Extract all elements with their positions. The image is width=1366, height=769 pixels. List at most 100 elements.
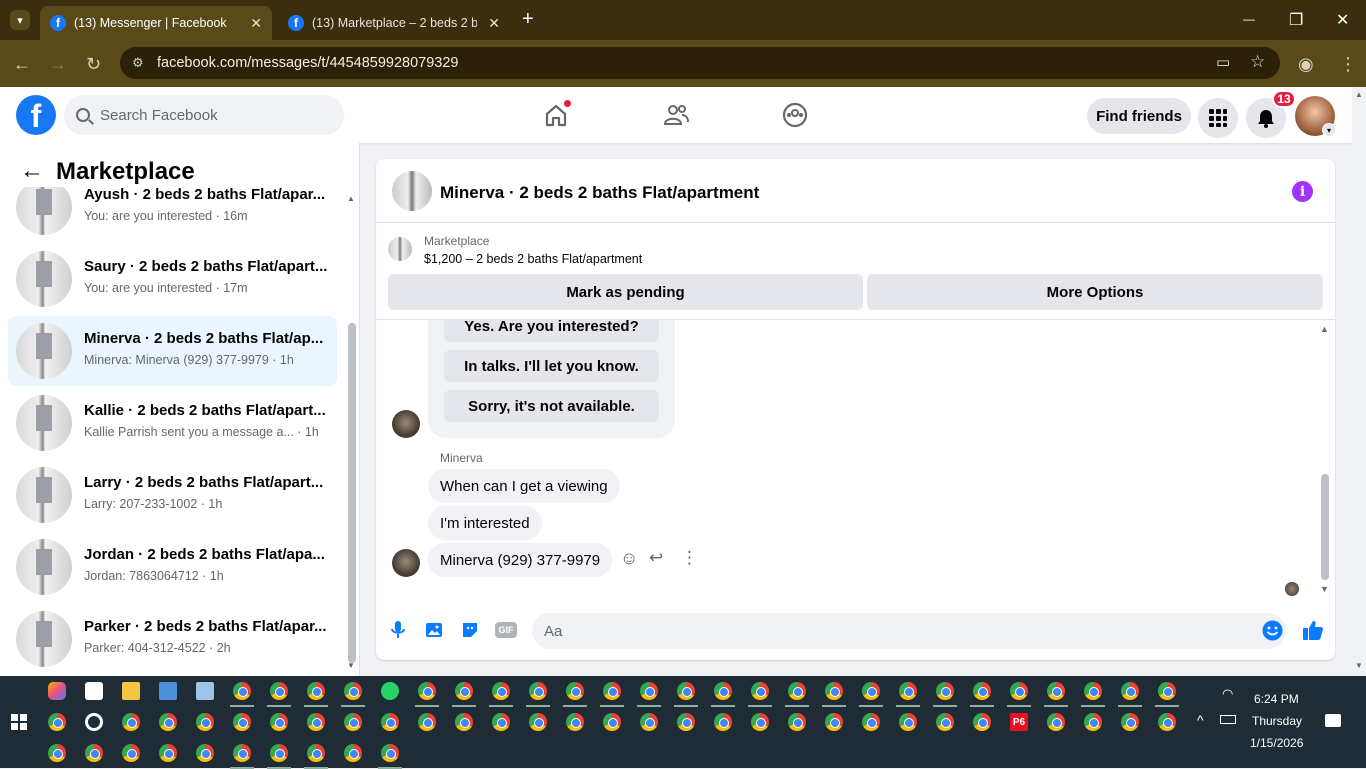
chrome-icon[interactable] — [862, 682, 880, 700]
listing-price-title[interactable]: $1,200 – 2 beds 2 baths Flat/apartment — [424, 252, 642, 266]
conversation-item-selected[interactable]: Minerva · 2 beds 2 baths Flat/ap... Mine… — [8, 316, 337, 386]
find-friends-button[interactable]: Find friends — [1087, 98, 1191, 134]
chrome-icon[interactable] — [1047, 713, 1065, 731]
clock-date[interactable]: 1/15/2026 — [1250, 736, 1303, 750]
chrome-icon[interactable] — [899, 682, 917, 700]
bookmark-star-icon[interactable]: ☆ — [1250, 52, 1265, 72]
chrome-icon[interactable] — [677, 713, 695, 731]
scroll-up-arrow-icon[interactable]: ▲ — [1320, 324, 1329, 334]
conversation-item[interactable]: Saury · 2 beds 2 baths Flat/apart... You… — [8, 244, 337, 314]
chrome-icon[interactable] — [1047, 682, 1065, 700]
scroll-down-arrow-icon[interactable]: ▼ — [1355, 661, 1363, 670]
quick-reply-button[interactable]: Yes. Are you interested? — [444, 320, 659, 342]
network-icon[interactable]: ◠ — [1222, 686, 1233, 702]
reply-icon[interactable]: ↩ — [649, 548, 663, 568]
chrome-icon[interactable] — [1084, 713, 1102, 731]
chrome-icon[interactable] — [196, 713, 214, 731]
chevron-down-icon[interactable]: ▾ — [1322, 123, 1336, 137]
more-options-button[interactable]: More Options — [867, 274, 1323, 310]
chrome-icon[interactable] — [825, 682, 843, 700]
conversation-item[interactable]: Ayush · 2 beds 2 baths Flat/apar... You:… — [8, 187, 337, 242]
sticker-icon[interactable] — [459, 619, 481, 641]
chrome-icon[interactable] — [936, 682, 954, 700]
sidebar-scrollbar[interactable] — [348, 323, 356, 663]
message-bubble[interactable]: When can I get a viewing — [428, 469, 620, 503]
install-app-icon[interactable]: ▭ — [1216, 53, 1230, 71]
conversation-item[interactable]: Kallie · 2 beds 2 baths Flat/apart... Ka… — [8, 388, 337, 458]
microphone-icon[interactable] — [387, 619, 409, 641]
message-bubble[interactable]: Minerva (929) 377-9979 — [428, 543, 613, 577]
quick-reply-button[interactable]: In talks. I'll let you know. — [444, 350, 659, 382]
chrome-icon[interactable] — [1121, 713, 1139, 731]
scroll-down-arrow-icon[interactable]: ▼ — [1320, 584, 1329, 594]
chrome-icon[interactable] — [973, 682, 991, 700]
forward-arrow-icon[interactable]: → — [49, 54, 67, 75]
chrome-icon[interactable] — [1121, 682, 1139, 700]
conversation-item[interactable]: Jordan · 2 beds 2 baths Flat/apa... Jord… — [8, 532, 337, 602]
minimize-button[interactable]: — — [1243, 12, 1255, 26]
back-arrow-icon[interactable]: ← — [13, 54, 31, 75]
chrome-icon[interactable] — [899, 713, 917, 731]
tab-search-icon[interactable]: ▾ — [10, 10, 30, 30]
conversation-item[interactable]: Parker · 2 beds 2 baths Flat/apar... Par… — [8, 604, 337, 674]
copilot-icon[interactable] — [48, 682, 66, 700]
chrome-icon[interactable] — [1158, 682, 1176, 700]
keyboard-icon[interactable] — [159, 682, 177, 700]
chrome-icon[interactable] — [714, 682, 732, 700]
clock-time[interactable]: 6:24 PM — [1254, 692, 1299, 706]
address-bar[interactable]: ⚙ facebook.com/messages/t/44548599280793… — [120, 47, 1280, 79]
chrome-icon[interactable] — [603, 682, 621, 700]
chrome-icon[interactable] — [566, 713, 584, 731]
chrome-icon[interactable] — [529, 713, 547, 731]
chrome-icon[interactable] — [159, 713, 177, 731]
chrome-icon[interactable] — [270, 744, 288, 762]
close-tab-icon[interactable]: ✕ — [488, 15, 500, 32]
message-bubble[interactable]: I'm interested — [428, 506, 542, 540]
chrome-icon[interactable] — [85, 744, 103, 762]
back-arrow-icon[interactable]: ← — [20, 157, 44, 185]
chrome-icon[interactable] — [48, 713, 66, 731]
chrome-icon[interactable] — [307, 713, 325, 731]
chrome-icon[interactable] — [1084, 682, 1102, 700]
react-emoji-icon[interactable]: ☺ — [620, 548, 638, 569]
chrome-icon[interactable] — [381, 744, 399, 762]
tab-marketplace[interactable]: f (13) Marketplace – 2 beds 2 ba ✕ — [278, 6, 510, 40]
chrome-icon[interactable] — [751, 713, 769, 731]
chrome-icon[interactable] — [344, 713, 362, 731]
chrome-icon[interactable] — [529, 682, 547, 700]
chrome-icon[interactable] — [566, 682, 584, 700]
quick-reply-button[interactable]: Sorry, it's not available. — [444, 390, 659, 422]
scroll-up-arrow-icon[interactable]: ▲ — [1355, 90, 1363, 99]
chrome-icon[interactable] — [455, 713, 473, 731]
file-explorer-icon[interactable] — [122, 682, 140, 700]
tab-messenger[interactable]: f (13) Messenger | Facebook ✕ — [40, 6, 272, 40]
close-tab-icon[interactable]: ✕ — [250, 15, 262, 32]
listing-thumbnail[interactable] — [388, 237, 412, 261]
settings-gear-icon[interactable] — [85, 713, 103, 731]
chrome-icon[interactable] — [492, 682, 510, 700]
chrome-icon[interactable] — [48, 744, 66, 762]
chat-title[interactable]: Minerva · 2 beds 2 baths Flat/apartment — [440, 183, 759, 203]
chrome-icon[interactable] — [196, 744, 214, 762]
chrome-icon[interactable] — [122, 744, 140, 762]
scroll-up-arrow-icon[interactable]: ▲ — [347, 194, 355, 203]
whatsapp-icon[interactable] — [381, 682, 399, 700]
chrome-icon[interactable] — [418, 713, 436, 731]
chrome-icon[interactable] — [714, 713, 732, 731]
chrome-icon[interactable] — [233, 682, 251, 700]
chrome-icon[interactable] — [677, 682, 695, 700]
scroll-down-arrow-icon[interactable]: ▼ — [347, 661, 355, 670]
chrome-icon[interactable] — [233, 713, 251, 731]
chrome-icon[interactable] — [307, 682, 325, 700]
chrome-icon[interactable] — [344, 744, 362, 762]
new-tab-button[interactable]: + — [522, 8, 534, 31]
groups-icon[interactable] — [781, 101, 809, 129]
conversation-item[interactable]: Larry · 2 beds 2 baths Flat/apart... Lar… — [8, 460, 337, 530]
sender-avatar[interactable] — [392, 549, 420, 577]
mark-as-pending-button[interactable]: Mark as pending — [388, 274, 863, 310]
more-kebab-icon[interactable]: ⋮ — [681, 548, 698, 568]
photo-icon[interactable] — [423, 619, 445, 641]
notification-center-icon[interactable] — [1325, 714, 1341, 727]
facebook-logo-icon[interactable]: f — [16, 95, 56, 135]
chrome-icon[interactable] — [233, 744, 251, 762]
